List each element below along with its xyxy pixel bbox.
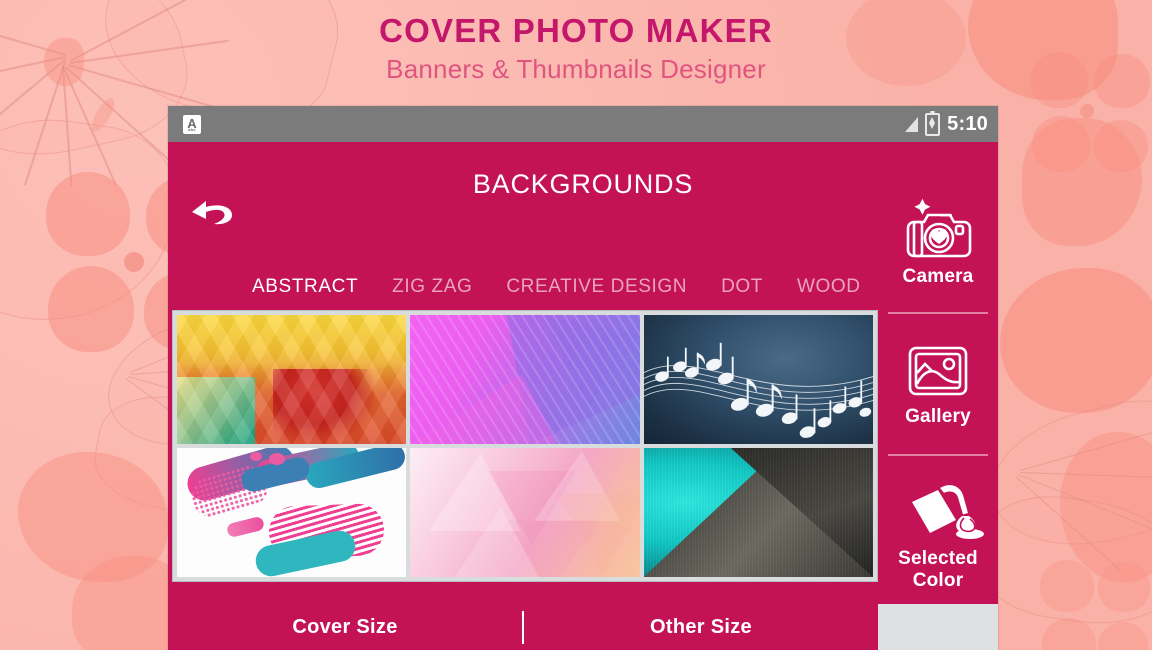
side-item-selected-color-label-line2: Color <box>912 570 964 591</box>
side-item-selected-color-label-line1: Selected <box>898 548 978 569</box>
tab-abstract[interactable]: ABSTRACT <box>252 276 358 298</box>
app-icon-sub: abc <box>188 127 196 132</box>
header-title: BACKGROUNDS <box>472 169 694 199</box>
app-body: BACKGROUNDS ABSTRACT ZIG ZAG CREATIVE DE… <box>168 142 998 650</box>
camera-heart-icon <box>906 198 972 258</box>
side-item-selected-color[interactable]: Selected Color <box>878 478 998 592</box>
cover-size-button[interactable]: Cover Size <box>168 604 522 650</box>
side-divider-1 <box>888 312 988 314</box>
thumbnail-abstract-music-notes[interactable] <box>643 315 873 444</box>
background-thumbnail-grid[interactable] <box>172 310 878 582</box>
screenshot-root: COVER PHOTO MAKER Banners & Thumbnails D… <box>0 0 1152 650</box>
thumbnail-abstract-triangle-mosaic[interactable] <box>177 315 407 444</box>
tab-bar[interactable]: ABSTRACT ZIG ZAG CREATIVE DESIGN DOT WOO… <box>168 264 998 310</box>
image-gallery-icon <box>908 346 968 396</box>
side-item-camera-label: Camera <box>902 266 974 287</box>
thumbnail-abstract-purple-angles[interactable] <box>410 315 640 444</box>
thumbnail-abstract-teal-grunge[interactable] <box>643 448 873 577</box>
music-notes-graphic <box>643 342 873 438</box>
paint-bucket-icon <box>912 485 984 539</box>
thumbnail-abstract-soft-pink-polygon[interactable] <box>410 448 640 577</box>
tab-zig-zag[interactable]: ZIG ZAG <box>392 276 472 298</box>
tab-dot[interactable]: DOT <box>721 276 763 298</box>
side-divider-2 <box>888 454 988 456</box>
page-subtitle: Banners & Thumbnails Designer <box>386 54 766 84</box>
size-bottom-bar: Cover Size Other Size <box>168 604 878 650</box>
tab-wood[interactable]: WOOD <box>797 276 861 298</box>
tab-creative-design[interactable]: CREATIVE DESIGN <box>506 276 687 298</box>
app-notification-icon: A abc <box>183 115 201 134</box>
side-item-camera[interactable]: Camera <box>878 196 998 288</box>
signal-triangle-icon <box>905 116 919 132</box>
status-bar-time: 5:10 <box>947 112 988 135</box>
side-item-gallery[interactable]: Gallery <box>878 340 998 428</box>
thumbnail-abstract-pink-teal-shapes[interactable] <box>177 448 407 577</box>
status-bar: A abc 5:10 <box>168 106 998 142</box>
other-size-button[interactable]: Other Size <box>524 604 878 650</box>
battery-charging-icon <box>925 110 941 136</box>
page-title: COVER PHOTO MAKER <box>379 12 773 49</box>
side-action-panel: Camera Gallery Selected Color <box>878 182 998 604</box>
app-screenshot: A abc 5:10 BACKGROUNDS ABSTRACT ZIG ZAG … <box>168 106 998 650</box>
side-item-gallery-label: Gallery <box>905 406 971 427</box>
